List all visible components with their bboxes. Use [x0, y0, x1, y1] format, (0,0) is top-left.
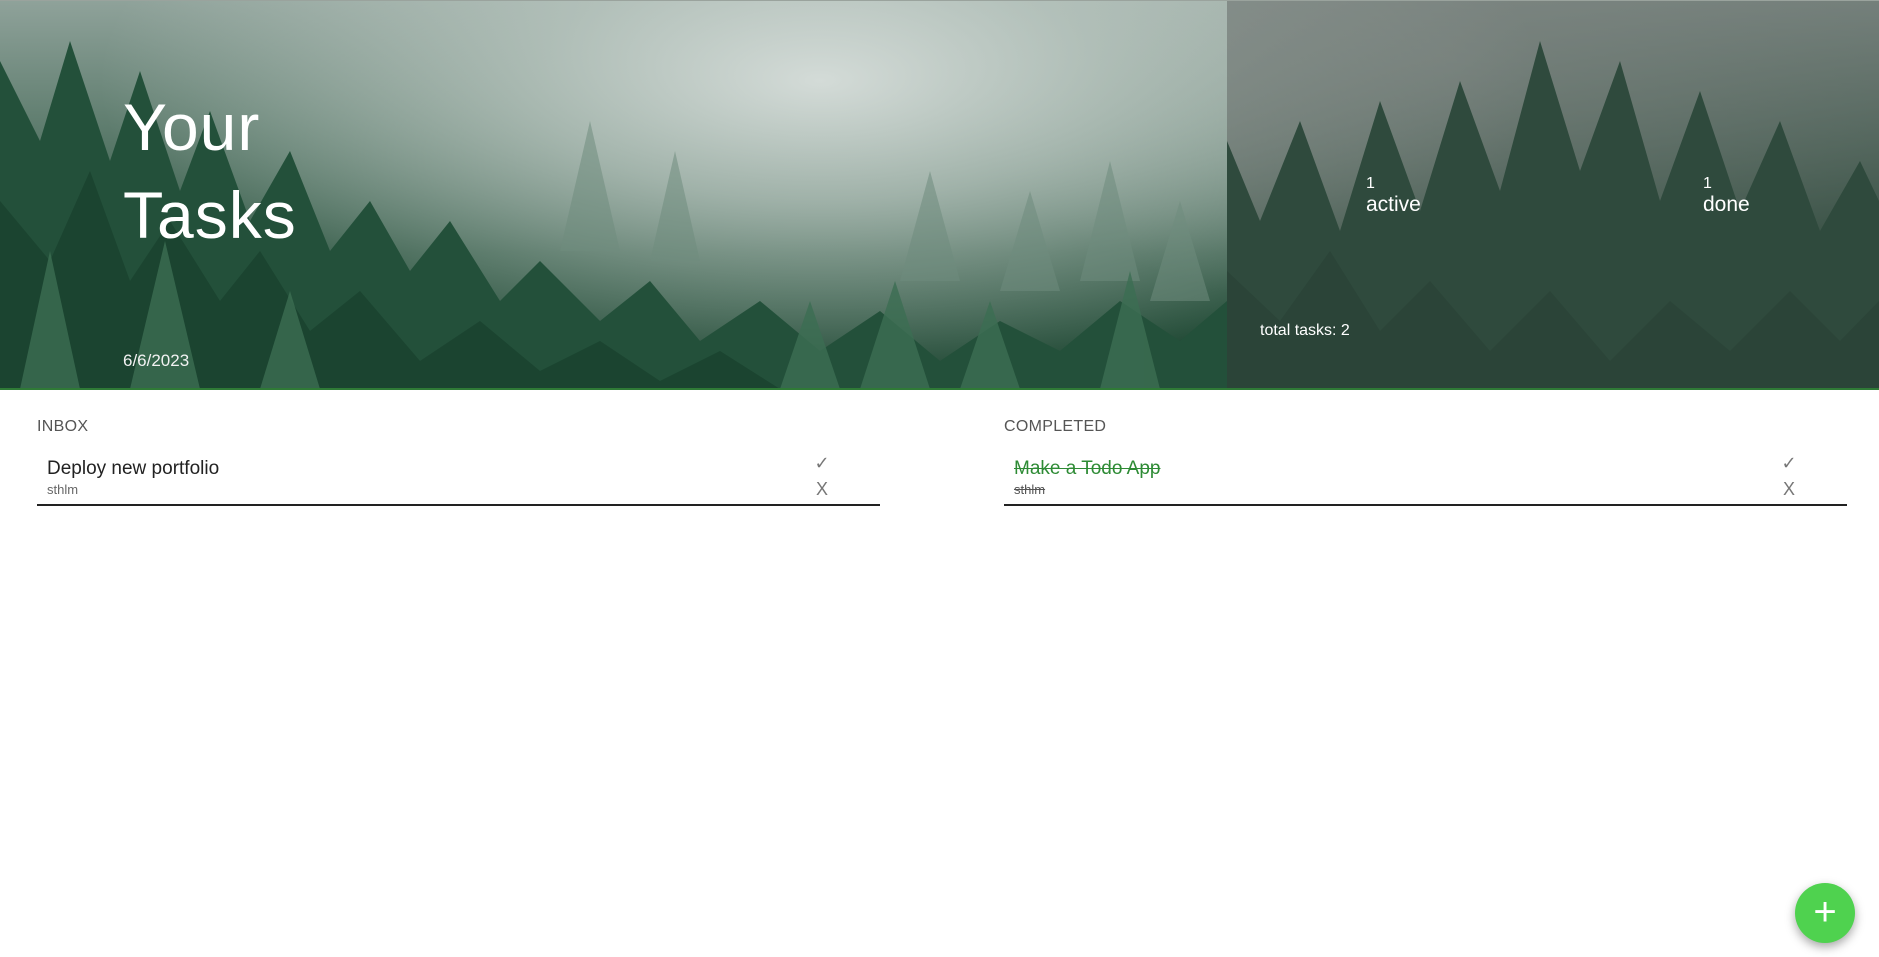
done-count: 1 [1703, 175, 1712, 192]
active-count: 1 [1366, 175, 1375, 192]
plus-icon: + [1813, 890, 1837, 934]
page-title: Your Tasks [123, 83, 297, 259]
done-label: done [1703, 193, 1750, 216]
task-actions: ✓ X [1779, 450, 1799, 502]
done-stat: 1 done [1703, 175, 1750, 217]
title-line-1: Your [123, 90, 261, 164]
task-title: Deploy new portfolio [47, 458, 220, 479]
active-label: active [1366, 193, 1421, 216]
completed-column: COMPLETED Make a Todo App sthlm ✓ X [1004, 418, 1847, 506]
complete-check-icon[interactable]: ✓ [1779, 450, 1799, 476]
active-stat: 1 active [1366, 175, 1421, 217]
completed-title: COMPLETED [1004, 418, 1107, 435]
complete-check-icon[interactable]: ✓ [812, 450, 832, 476]
total-tasks: total tasks: 2 [1260, 322, 1350, 339]
delete-x-icon[interactable]: X [812, 476, 832, 502]
task-item[interactable]: Make a Todo App sthlm ✓ X [1004, 450, 1847, 506]
task-location: sthlm [1014, 482, 1046, 497]
inbox-column: INBOX Deploy new portfolio sthlm ✓ X [37, 418, 880, 506]
task-text: Make a Todo App sthlm [1014, 458, 1160, 497]
hero-header: Your Tasks 6/6/2023 1 active 1 done tota… [0, 0, 1879, 390]
task-location: sthlm [47, 482, 79, 497]
inbox-title: INBOX [37, 418, 89, 435]
task-item[interactable]: Deploy new portfolio sthlm ✓ X [37, 450, 880, 506]
title-line-2: Tasks [123, 178, 297, 252]
task-actions: ✓ X [812, 450, 832, 502]
delete-x-icon[interactable]: X [1779, 476, 1799, 502]
task-text: Deploy new portfolio sthlm [47, 458, 219, 497]
add-task-button[interactable]: + [1795, 883, 1855, 943]
task-title: Make a Todo App [1014, 458, 1161, 479]
current-date: 6/6/2023 [123, 351, 190, 370]
